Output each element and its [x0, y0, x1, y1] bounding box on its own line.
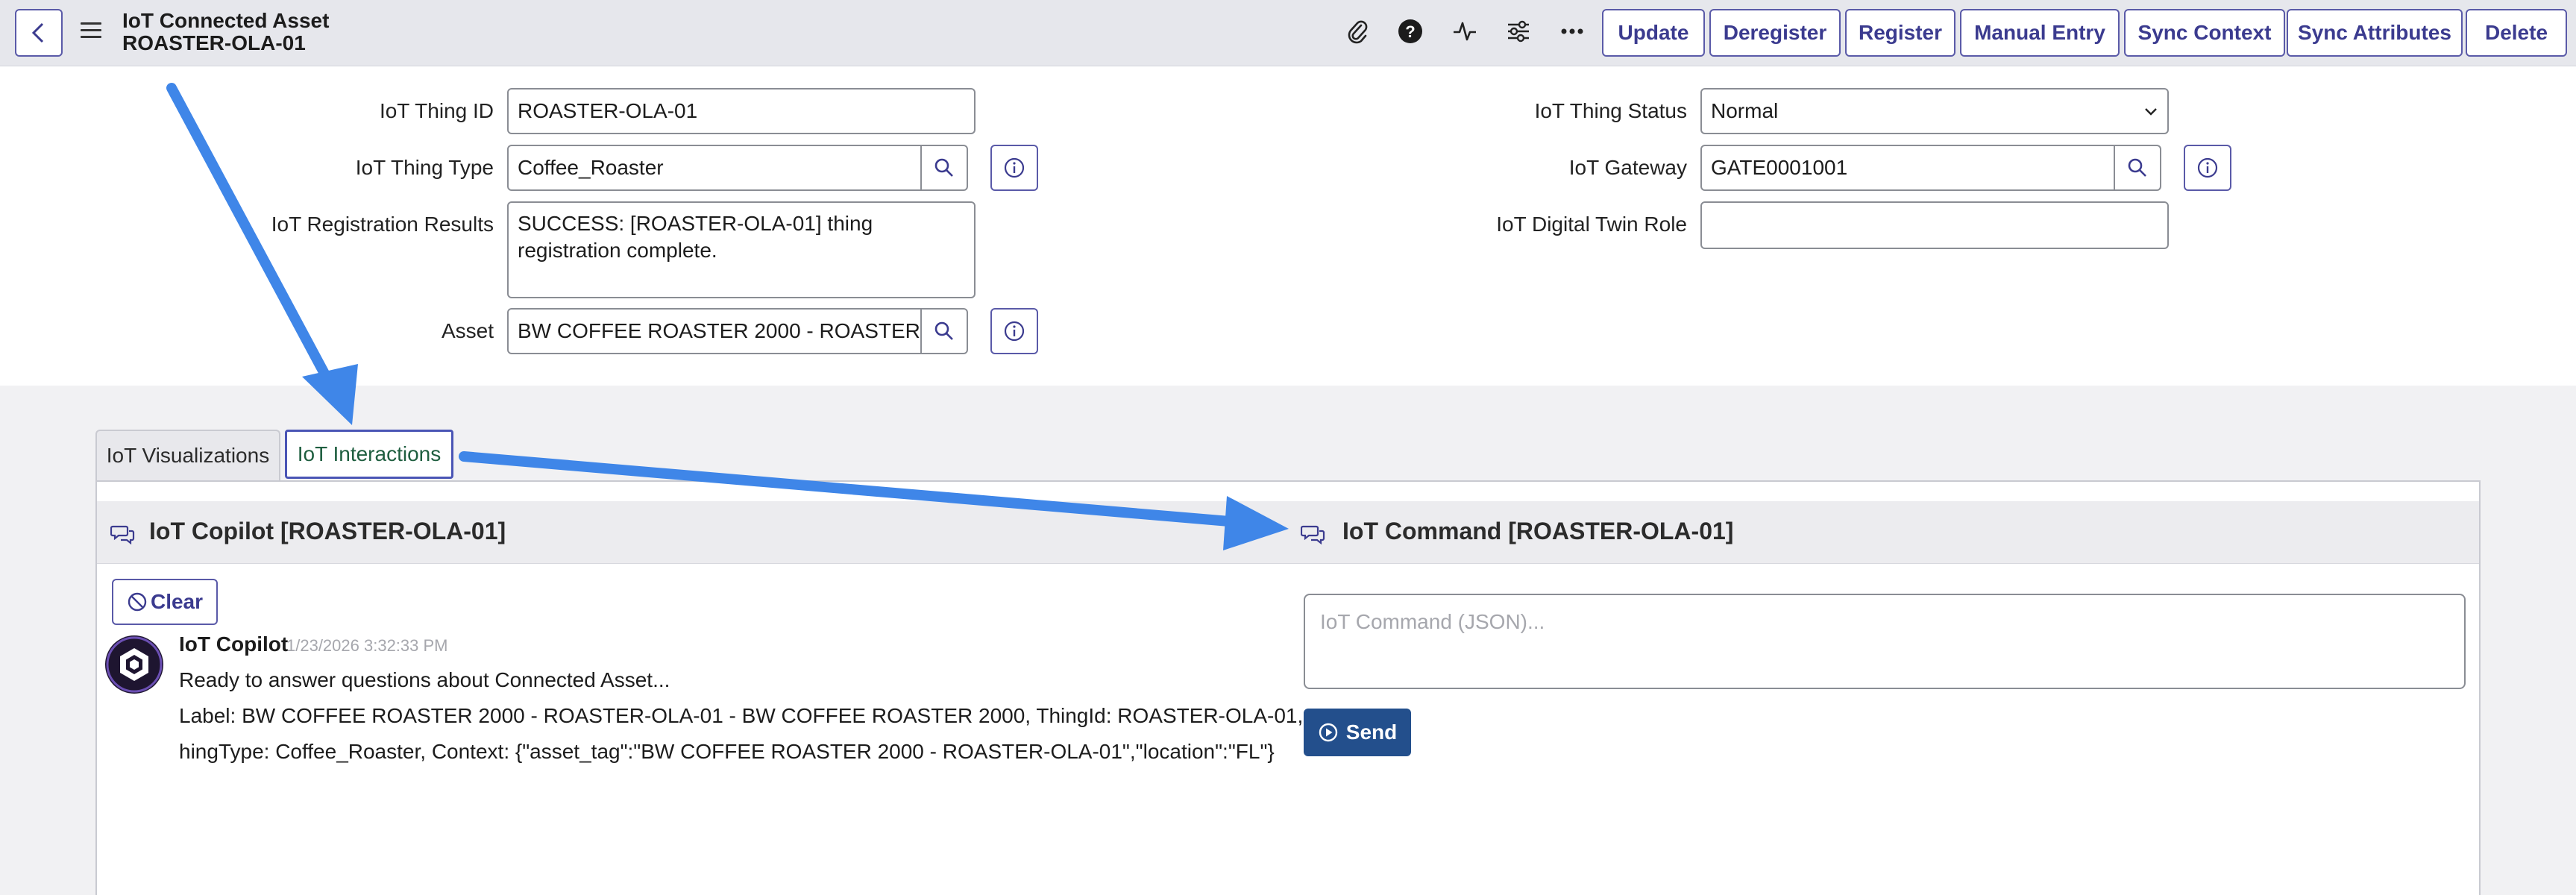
arrow-to-interactions-tab: [166, 83, 358, 425]
arrow-to-command-panel: [459, 451, 1289, 550]
annotation-arrows: [166, 83, 1289, 550]
